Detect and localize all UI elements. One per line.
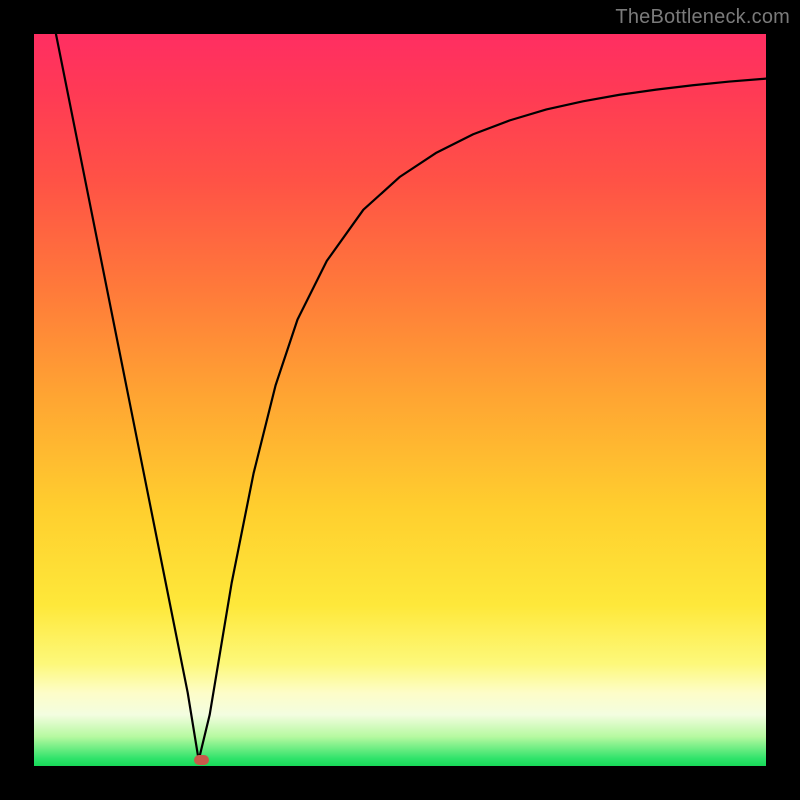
watermark-label: TheBottleneck.com (615, 6, 790, 29)
chart-frame: TheBottleneck.com (0, 0, 800, 800)
bottleneck-curve (34, 34, 766, 766)
minimum-marker (194, 755, 209, 765)
plot-area (34, 34, 766, 766)
